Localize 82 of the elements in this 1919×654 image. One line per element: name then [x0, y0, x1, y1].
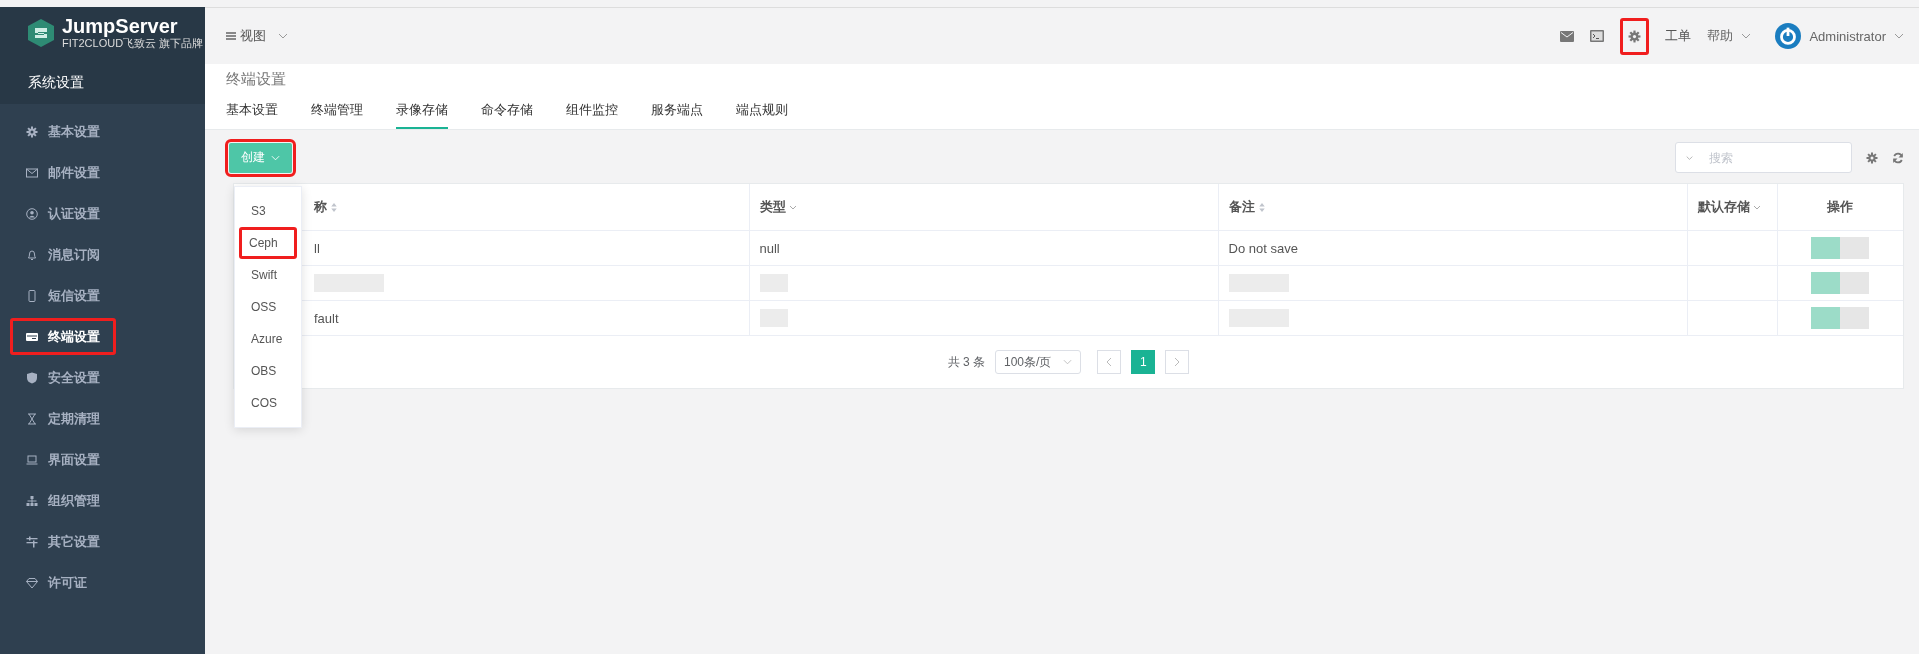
caret-icon [271, 154, 280, 161]
menu-item[interactable]: Ceph [239, 227, 297, 259]
refresh-icon[interactable] [1892, 151, 1904, 164]
tab[interactable]: 终端管理 [311, 101, 363, 129]
section-title: 系统设置 [28, 74, 85, 92]
user-menu[interactable]: Administrator [1775, 23, 1904, 49]
sidebar-item[interactable]: 安全设置 [0, 357, 205, 398]
chevron-left-icon [1106, 357, 1113, 367]
column-header[interactable]: 操作 [1827, 198, 1854, 216]
page-title: 终端设置 [226, 70, 287, 89]
phone-icon [26, 289, 38, 302]
settings-icon[interactable] [1866, 151, 1878, 164]
tab[interactable]: 服务端点 [651, 101, 703, 129]
column-header[interactable]: 称 [314, 198, 338, 216]
card-icon [26, 330, 38, 343]
user-icon [26, 207, 38, 220]
tab[interactable]: 基本设置 [226, 101, 278, 129]
sidebar-item[interactable]: 界面设置 [0, 439, 205, 480]
search-input[interactable]: 搜索 [1707, 143, 1851, 172]
ticket-link[interactable]: 工单 [1665, 27, 1692, 45]
sidebar-item[interactable]: 终端设置 [8, 316, 118, 357]
chevron-icon [788, 204, 797, 210]
column-header[interactable]: 备注 [1228, 198, 1266, 216]
settings-icon [1628, 29, 1642, 43]
menu-item[interactable]: S3 [235, 195, 301, 227]
sidebar-item[interactable]: 其它设置 [0, 521, 205, 562]
tab[interactable]: 端点规则 [736, 101, 788, 129]
avatar-icon [1775, 23, 1802, 49]
column-header[interactable]: 默认存储 [1697, 198, 1761, 216]
laptop-icon [26, 453, 38, 466]
chevron-icon [1063, 359, 1073, 365]
chevron-icon [278, 33, 288, 39]
help-menu[interactable]: 帮助 [1707, 27, 1752, 45]
chevron-icon [1741, 33, 1752, 39]
brand-tagline: FIT2CLOUD飞致云 旗下品牌 [62, 37, 204, 50]
blurred-block [1811, 272, 1870, 294]
view-menu[interactable]: 视图 [226, 27, 288, 45]
terminal-icon[interactable] [1590, 30, 1605, 42]
brand-name: JumpServer [62, 15, 179, 37]
menu-item[interactable]: Azure [235, 323, 301, 355]
table-cell: null [759, 240, 780, 256]
menu-item[interactable]: Swift [235, 259, 301, 291]
sitemap-icon [26, 494, 38, 507]
blurred-block [1811, 307, 1870, 329]
mail-icon[interactable] [1560, 30, 1575, 42]
search-field[interactable]: 搜索 [1675, 142, 1852, 173]
blurred-block [1811, 237, 1870, 259]
settings-button[interactable] [1620, 17, 1650, 55]
table-cell: fault [314, 310, 339, 326]
sidebar-item[interactable]: 短信设置 [0, 275, 205, 316]
sidebar-item[interactable]: 定期清理 [0, 398, 205, 439]
column-header[interactable]: 类型 [759, 198, 797, 216]
sidebar-item[interactable]: 认证设置 [0, 193, 205, 234]
hourglass-icon [26, 412, 38, 425]
tab[interactable]: 录像存储 [396, 101, 448, 129]
page-size-select[interactable]: 100条/页 [995, 350, 1082, 374]
chevron-icon [1894, 33, 1904, 39]
gear-icon [26, 125, 38, 138]
tab[interactable]: 组件监控 [566, 101, 618, 129]
sliders-icon [26, 535, 38, 548]
table-cell: Do not save [1228, 240, 1298, 256]
tab[interactable]: 命令存储 [481, 101, 533, 129]
sidebar-item[interactable]: 组织管理 [0, 480, 205, 521]
shield-icon [26, 371, 38, 384]
sort-icon [1257, 201, 1266, 213]
chevron-right-icon [1174, 357, 1181, 367]
chevron-icon [1752, 204, 1761, 210]
sort-icon [330, 201, 338, 213]
diamond-icon [26, 576, 38, 589]
menu-item[interactable]: COS [235, 387, 301, 419]
sidebar-item[interactable]: 消息订阅 [0, 234, 205, 275]
sidebar-item[interactable]: 邮件设置 [0, 152, 205, 193]
sidebar-item[interactable]: 许可证 [0, 562, 205, 603]
menu-item[interactable]: OBS [235, 355, 301, 387]
table-cell: ll [314, 240, 320, 256]
sidebar-item[interactable]: 基本设置 [0, 111, 205, 152]
menu-item[interactable]: OSS [235, 291, 301, 323]
menu-icon [226, 32, 236, 40]
mail-icon [26, 166, 38, 179]
logo-icon [26, 17, 56, 48]
total-count: 共 3 条 [947, 353, 985, 371]
bell-icon [26, 248, 38, 261]
